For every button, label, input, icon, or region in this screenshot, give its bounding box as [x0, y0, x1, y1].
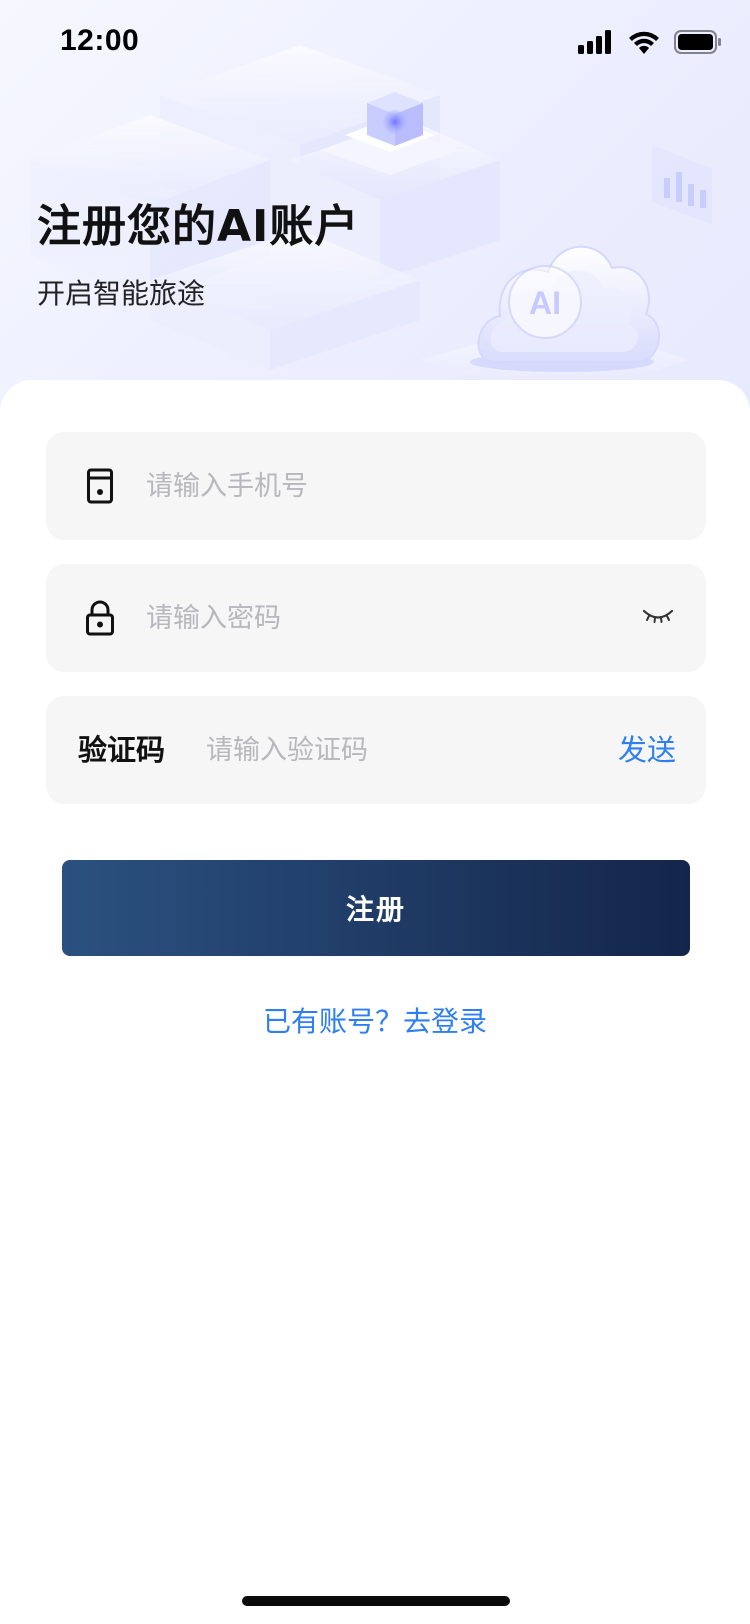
status-time: 12:00 — [60, 24, 140, 57]
verification-code-label: 验证码 — [78, 733, 166, 767]
password-input[interactable] — [146, 564, 586, 672]
phone-field[interactable] — [46, 432, 706, 540]
register-button[interactable]: 注册 — [62, 860, 690, 956]
eye-closed-icon[interactable] — [640, 602, 676, 632]
page-title: 注册您的AI账户 — [37, 201, 360, 252]
register-form-card: 验证码 发送 注册 已有账号？去登录 — [0, 380, 750, 1624]
battery-icon — [674, 30, 722, 58]
page-subtitle: 开启智能旅途 — [37, 277, 206, 310]
cloud-badge-text: AI — [529, 285, 561, 321]
password-field[interactable] — [46, 564, 706, 672]
home-indicator — [242, 1596, 510, 1606]
go-to-login-link[interactable]: 已有账号？去登录 — [0, 1000, 750, 1040]
status-bar: 12:00 — [0, 0, 750, 88]
verification-code-field[interactable]: 验证码 发送 — [46, 696, 706, 804]
phone-input[interactable] — [146, 432, 666, 540]
verification-code-input[interactable] — [206, 696, 546, 804]
wifi-icon — [628, 30, 660, 58]
phone-icon — [82, 468, 118, 504]
cellular-signal-icon — [578, 30, 614, 58]
lock-icon — [82, 600, 118, 636]
status-icons — [564, 30, 722, 58]
hero-banner: AI 12:00 注册您的AI账户 开启智能旅途 — [0, 0, 750, 420]
send-code-button[interactable]: 发送 — [618, 696, 676, 804]
